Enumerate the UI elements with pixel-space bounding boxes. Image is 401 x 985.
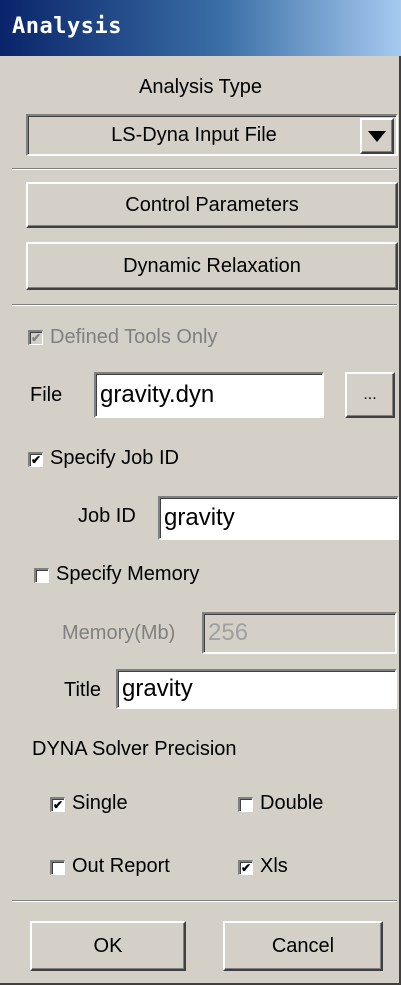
analysis-type-heading: Analysis Type	[138, 76, 263, 98]
browse-file-button[interactable]: ...	[345, 372, 395, 418]
cancel-button[interactable]: Cancel	[223, 921, 383, 971]
defined-tools-only-label: Defined Tools Only	[50, 326, 218, 348]
job-id-input[interactable]: gravity	[158, 496, 399, 540]
file-label: File	[30, 384, 63, 406]
job-id-label: Job ID	[78, 505, 136, 527]
separator-3	[12, 900, 397, 902]
solver-precision-heading: DYNA Solver Precision	[32, 738, 237, 760]
specify-job-id-checkbox[interactable]: ✔	[28, 452, 43, 467]
xls-label: Xls	[260, 855, 288, 877]
window-title: Analysis	[12, 14, 122, 39]
double-precision-label: Double	[260, 792, 324, 814]
control-parameters-button[interactable]: Control Parameters	[26, 182, 398, 228]
chevron-down-icon[interactable]	[360, 118, 394, 154]
defined-tools-only-checkbox[interactable]: ✔	[28, 330, 43, 345]
out-report-checkbox[interactable]	[50, 860, 65, 875]
file-input[interactable]: gravity.dyn	[94, 372, 324, 418]
title-input[interactable]: gravity	[116, 669, 397, 709]
dynamic-relaxation-button[interactable]: Dynamic Relaxation	[26, 242, 398, 290]
memory-label: Memory(Mb)	[62, 622, 176, 644]
double-precision-checkbox[interactable]	[238, 797, 253, 812]
separator-2	[12, 304, 397, 306]
specify-memory-label: Specify Memory	[56, 563, 200, 585]
title-label: Title	[64, 679, 102, 701]
analysis-type-selected-value: LS-Dyna Input File	[111, 124, 277, 146]
single-precision-label: Single	[72, 792, 128, 814]
out-report-label: Out Report	[72, 855, 170, 877]
title-bar[interactable]: Analysis	[0, 0, 401, 56]
xls-checkbox[interactable]: ✔	[238, 860, 253, 875]
specify-memory-checkbox[interactable]	[34, 568, 49, 583]
analysis-type-select[interactable]: LS-Dyna Input File	[26, 114, 398, 156]
single-precision-checkbox[interactable]: ✔	[50, 797, 65, 812]
analysis-dialog: Analysis Analysis Type LS-Dyna Input Fil…	[0, 0, 401, 985]
specify-job-id-label: Specify Job ID	[50, 447, 179, 469]
separator-1	[12, 168, 397, 170]
memory-input[interactable]: 256	[202, 612, 397, 654]
ok-button[interactable]: OK	[30, 921, 186, 971]
